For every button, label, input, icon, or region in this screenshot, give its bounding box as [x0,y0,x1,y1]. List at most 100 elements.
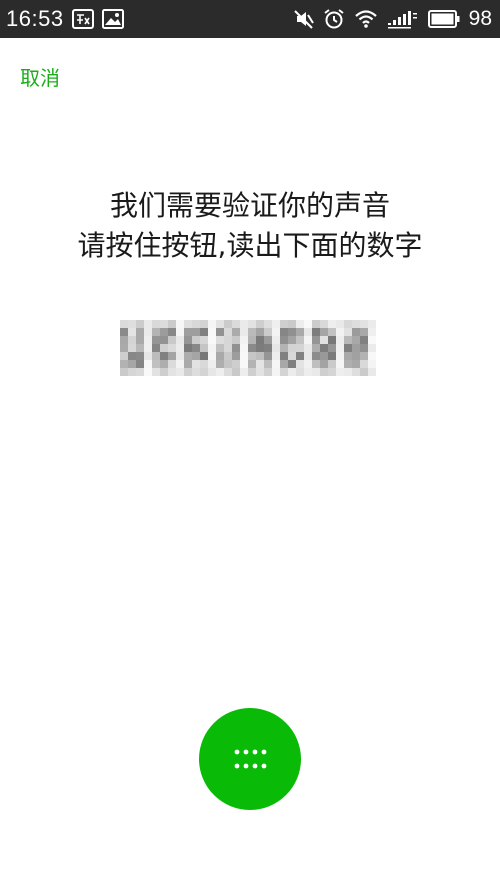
mosaic-block [192,328,200,336]
mosaic-block [312,344,320,352]
mosaic-block [312,328,320,336]
mosaic-block [160,320,168,328]
mosaic-block [336,360,344,368]
verification-digits [120,320,380,376]
mosaic-block [320,336,328,344]
mosaic-block [368,368,376,376]
mosaic-block [248,368,256,376]
mosaic-block [288,360,296,368]
mosaic-block [352,360,360,368]
mosaic-block [256,328,264,336]
mosaic-block [288,328,296,336]
mosaic-block [168,352,176,360]
mosaic-block [344,328,352,336]
mosaic-block [120,360,128,368]
mosaic-block [328,336,336,344]
mosaic-block [184,368,192,376]
status-right: 98 [293,7,492,31]
mosaic-block [272,344,280,352]
mosaic-block [368,352,376,360]
mosaic-block [200,368,208,376]
mosaic-block [176,320,184,328]
mosaic-block [248,320,256,328]
mosaic-block [168,336,176,344]
mosaic-block [336,320,344,328]
mosaic-block [272,360,280,368]
mosaic-block [360,320,368,328]
mosaic-block [192,368,200,376]
mosaic-block [200,352,208,360]
mosaic-block [360,352,368,360]
mosaic-block [216,328,224,336]
mosaic-block [136,328,144,336]
mosaic-block [128,352,136,360]
mosaic-block [320,328,328,336]
mosaic-block [200,344,208,352]
mosaic-block [352,320,360,328]
mosaic-block [168,328,176,336]
mosaic-block [296,320,304,328]
mosaic-block [208,360,216,368]
mosaic-block [224,344,232,352]
mosaic-block [272,352,280,360]
mosaic-block [160,336,168,344]
mosaic-block [272,336,280,344]
mosaic-block [136,368,144,376]
mosaic-block [176,336,184,344]
mosaic-block [280,336,288,344]
mosaic-block [208,320,216,328]
mosaic-block [176,328,184,336]
mosaic-block [240,328,248,336]
mosaic-block [320,368,328,376]
mosaic-block [256,360,264,368]
mosaic-block [208,328,216,336]
mosaic-block [144,352,152,360]
mosaic-block [160,328,168,336]
mosaic-block [240,320,248,328]
mosaic-block [224,328,232,336]
mosaic-block [368,328,376,336]
mosaic-block [328,368,336,376]
mosaic-block [328,352,336,360]
voice-verification-screen: 16:53 98 取消 我们需要验证你的声音 请按住按钮,读出下面的数字 [0,0,500,878]
mosaic-block [232,352,240,360]
mosaic-block [344,344,352,352]
mosaic-block [200,328,208,336]
mosaic-block [328,360,336,368]
mosaic-block [240,344,248,352]
instruction-line-2: 请按住按钮,读出下面的数字 [77,229,423,262]
mosaic-block [232,360,240,368]
mosaic-block [176,344,184,352]
mosaic-block [136,320,144,328]
mosaic-block [312,336,320,344]
mosaic-block [200,320,208,328]
mosaic-block [264,344,272,352]
mosaic-block [264,336,272,344]
mosaic-block [232,368,240,376]
mosaic-block [248,328,256,336]
mosaic-block [192,336,200,344]
mosaic-block [344,368,352,376]
mosaic-block [352,368,360,376]
mosaic-block [288,336,296,344]
mosaic-block [320,352,328,360]
mosaic-block [248,336,256,344]
mosaic-block [128,320,136,328]
mosaic-block [208,344,216,352]
hold-to-record-button[interactable] [199,708,301,810]
mosaic-block [296,368,304,376]
mosaic-block [136,336,144,344]
mosaic-block [136,360,144,368]
mosaic-block [168,368,176,376]
mosaic-block [368,360,376,368]
cancel-button[interactable]: 取消 [20,62,60,91]
signal-icon [387,9,419,29]
mosaic-block [304,320,312,328]
mosaic-block [304,336,312,344]
mosaic-block [344,320,352,328]
mosaic-block [120,344,128,352]
mosaic-block [256,320,264,328]
mosaic-block [144,368,152,376]
mosaic-block [144,320,152,328]
mosaic-block [320,320,328,328]
